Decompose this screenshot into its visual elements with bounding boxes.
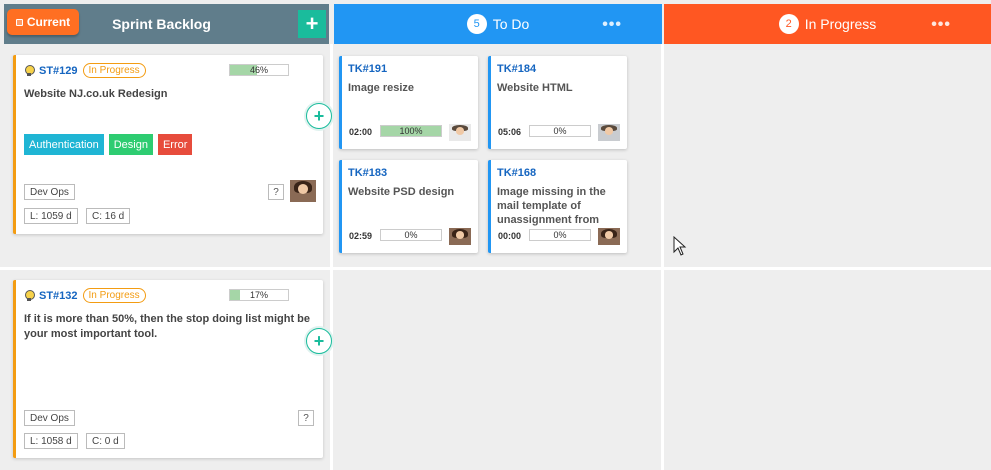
task-title: Website HTML	[497, 82, 573, 94]
progress-text: 46%	[249, 65, 268, 75]
cycle-time-label: C: 16 d	[86, 208, 131, 224]
avatar[interactable]	[598, 124, 620, 141]
task-title: Image missing in the mail template of un…	[497, 186, 606, 226]
avatar[interactable]	[449, 228, 471, 245]
estimate-question-button[interactable]: ?	[298, 410, 314, 426]
story-title[interactable]: If it is more than 50%, then the stop do…	[24, 312, 319, 342]
team-label: Dev Ops	[24, 410, 75, 426]
todo-count-badge: 5	[466, 14, 487, 34]
task-time: 00:00	[498, 231, 522, 241]
progress-text: 100%	[399, 126, 423, 136]
story-progress-bar: 46%	[229, 64, 289, 76]
task-id[interactable]: TK#168	[497, 167, 536, 179]
task-card[interactable]: TK#184 Website HTML 05:06 0%	[488, 56, 627, 149]
progress-text: 0%	[553, 230, 567, 240]
current-label: Current	[26, 15, 71, 29]
mouse-pointer-icon	[673, 236, 687, 256]
todo-column-header: 5 To Do •••	[334, 4, 662, 44]
square-icon	[15, 18, 23, 26]
lightbulb-icon	[24, 289, 35, 302]
task-id[interactable]: TK#191	[348, 63, 387, 75]
avatar[interactable]	[598, 228, 620, 245]
task-title: Image resize	[348, 82, 415, 94]
task-id[interactable]: TK#183	[348, 167, 387, 179]
avatar[interactable]	[449, 124, 471, 141]
lead-time-label: L: 1058 d	[24, 433, 78, 449]
plus-circle-icon[interactable]: +	[306, 103, 332, 129]
story-card[interactable]: ST#132 In Progress 17% If it is more tha…	[13, 280, 332, 458]
sprint-backlog-header: Current Sprint Backlog +	[4, 4, 329, 44]
progress-text: 17%	[249, 290, 268, 300]
story-id[interactable]: ST#132	[39, 290, 78, 302]
avatar[interactable]	[290, 180, 316, 202]
story-id-row: ST#129 In Progress	[24, 63, 146, 78]
swimlane-divider	[0, 267, 991, 270]
column-divider	[661, 44, 664, 470]
task-card[interactable]: TK#168 Image missing in the mail templat…	[488, 160, 627, 253]
task-card[interactable]: TK#191 Image resize 02:00 100%	[339, 56, 478, 149]
lead-time-label: L: 1059 d	[24, 208, 78, 224]
tag-error[interactable]: Error	[157, 134, 193, 155]
in-progress-column-header: 2 In Progress •••	[664, 4, 991, 44]
task-title: Website PSD design	[348, 186, 455, 198]
story-progress-bar: 17%	[229, 289, 289, 301]
tag-authentication[interactable]: Authentication	[24, 134, 104, 155]
cycle-time-label: C: 0 d	[86, 433, 125, 449]
task-progress-bar: 0%	[529, 229, 591, 241]
tag-design[interactable]: Design	[108, 134, 153, 155]
column-divider	[330, 44, 333, 470]
lightbulb-icon	[24, 64, 35, 77]
avatar-face	[604, 127, 614, 136]
estimate-question-button[interactable]: ?	[268, 184, 284, 200]
avatar-face	[455, 127, 465, 136]
task-time: 02:00	[349, 127, 373, 137]
add-story-button[interactable]: +	[298, 10, 326, 38]
task-progress-bar: 100%	[380, 125, 442, 137]
tag-list: Authentication Design Error	[24, 134, 193, 155]
in-progress-count-badge: 2	[778, 14, 799, 34]
task-time: 02:59	[349, 231, 373, 241]
team-label: Dev Ops	[24, 184, 75, 200]
more-horizontal-icon[interactable]: •••	[931, 16, 951, 34]
column-title-sprint-backlog: Sprint Backlog	[112, 16, 211, 32]
task-progress-bar: 0%	[380, 229, 442, 241]
task-card[interactable]: TK#183 Website PSD design 02:59 0%	[339, 160, 478, 253]
more-horizontal-icon[interactable]: •••	[602, 16, 622, 34]
plus-circle-icon[interactable]: +	[306, 328, 332, 354]
task-progress-bar: 0%	[529, 125, 591, 137]
story-id-row: ST#132 In Progress	[24, 288, 146, 303]
current-sprint-button[interactable]: Current	[7, 9, 79, 35]
column-title-in-progress: In Progress	[804, 16, 877, 32]
kanban-board: Current Sprint Backlog + 5 To Do ••• 2 I…	[0, 0, 991, 470]
story-card[interactable]: ST#129 In Progress 46% Website NJ.co.uk …	[13, 55, 332, 234]
progress-text: 0%	[553, 126, 567, 136]
column-title-todo: To Do	[492, 16, 530, 32]
story-title[interactable]: Website NJ.co.uk Redesign	[24, 87, 319, 102]
status-badge: In Progress	[82, 63, 146, 78]
story-id[interactable]: ST#129	[39, 65, 78, 77]
task-id[interactable]: TK#184	[497, 63, 536, 75]
task-time: 05:06	[498, 127, 522, 137]
progress-text: 0%	[404, 230, 418, 240]
status-badge: In Progress	[82, 288, 146, 303]
